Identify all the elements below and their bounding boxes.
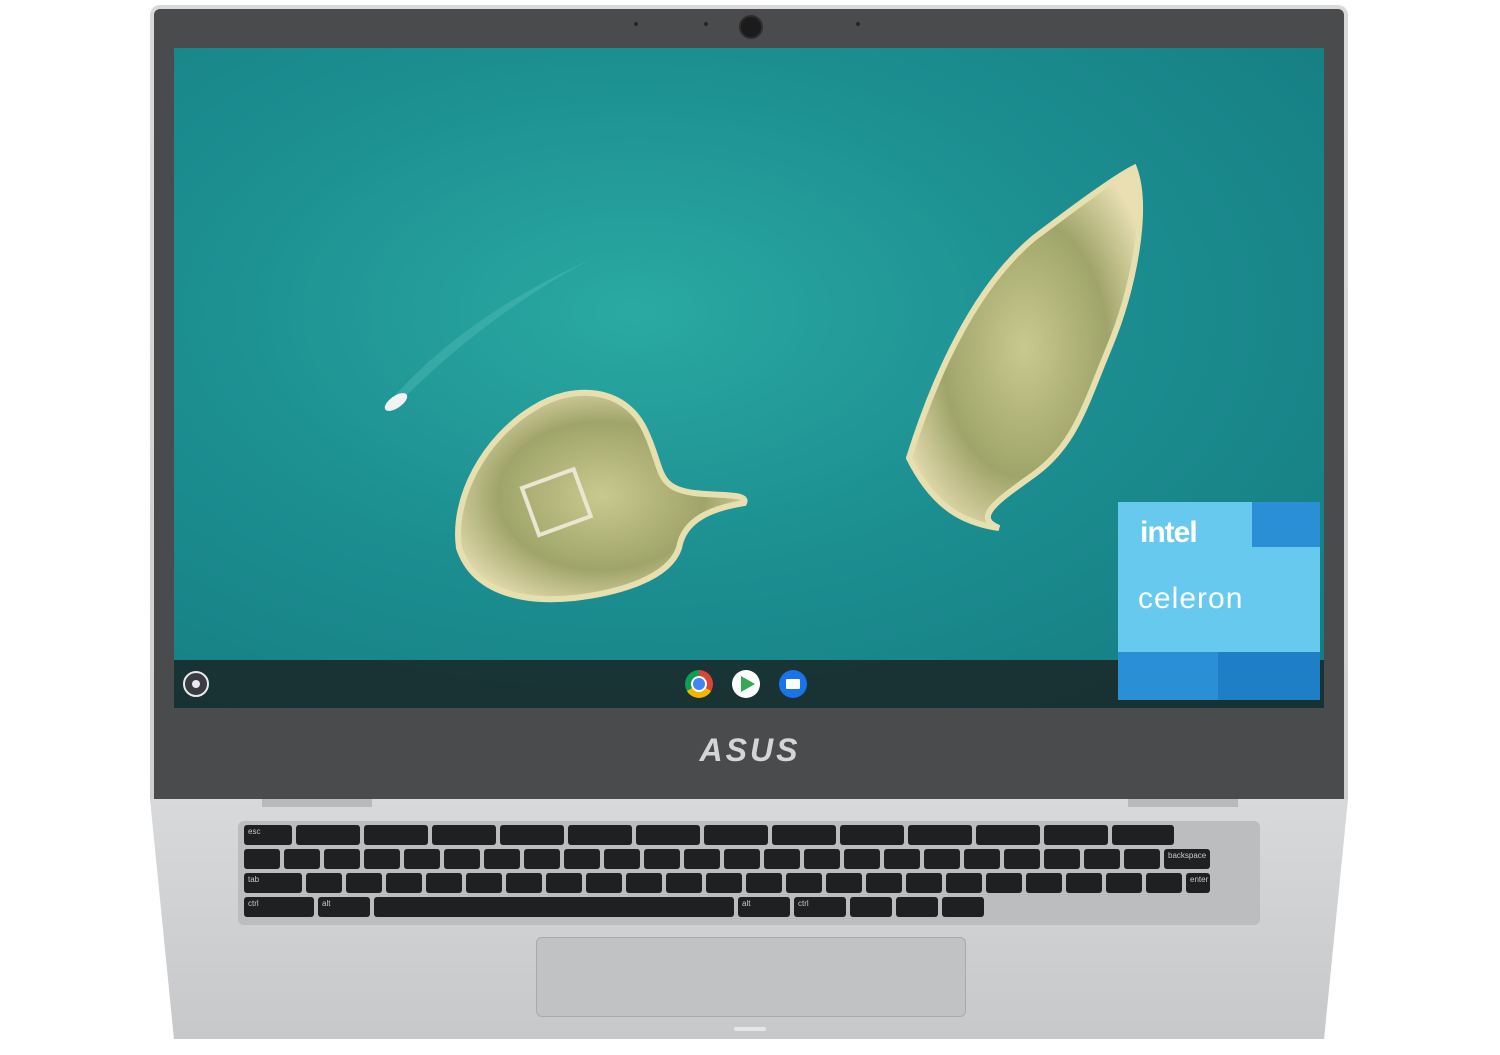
- key[interactable]: [1146, 873, 1182, 893]
- key[interactable]: [484, 849, 520, 869]
- boat-wake: [384, 258, 594, 408]
- files-icon[interactable]: [779, 670, 807, 698]
- intel-logo-text: intel: [1140, 516, 1198, 549]
- key[interactable]: [1084, 849, 1120, 869]
- key-esc[interactable]: esc: [244, 825, 292, 845]
- key[interactable]: [946, 873, 982, 893]
- badge-panel: [1218, 652, 1320, 700]
- key[interactable]: [924, 849, 960, 869]
- key[interactable]: [306, 873, 342, 893]
- key[interactable]: [604, 849, 640, 869]
- key[interactable]: [586, 873, 622, 893]
- key[interactable]: [908, 825, 972, 845]
- keyboard: esc backspace tab enter ctrl alt alt ctr…: [238, 821, 1260, 925]
- key[interactable]: [804, 849, 840, 869]
- key[interactable]: [296, 825, 360, 845]
- key[interactable]: [432, 825, 496, 845]
- key[interactable]: [546, 873, 582, 893]
- key[interactable]: [764, 849, 800, 869]
- key[interactable]: [444, 849, 480, 869]
- key[interactable]: [426, 873, 462, 893]
- key[interactable]: [644, 849, 680, 869]
- key[interactable]: [244, 849, 280, 869]
- key[interactable]: [976, 825, 1040, 845]
- key[interactable]: [746, 873, 782, 893]
- key[interactable]: [964, 849, 1000, 869]
- key[interactable]: [826, 873, 862, 893]
- key[interactable]: [324, 849, 360, 869]
- key[interactable]: [772, 825, 836, 845]
- hinge-right: [1128, 799, 1238, 807]
- power-key[interactable]: [1112, 825, 1174, 845]
- key[interactable]: [840, 825, 904, 845]
- key[interactable]: [786, 873, 822, 893]
- key[interactable]: [386, 873, 422, 893]
- asus-logo: ASUS: [699, 732, 801, 768]
- hinge-left: [262, 799, 372, 807]
- key[interactable]: [1044, 825, 1108, 845]
- key-space[interactable]: [374, 897, 734, 917]
- chrome-icon[interactable]: [685, 670, 713, 698]
- key[interactable]: [466, 873, 502, 893]
- sensor-dot: [704, 22, 708, 26]
- key-alt[interactable]: alt: [318, 897, 370, 917]
- key[interactable]: [568, 825, 632, 845]
- key-enter[interactable]: enter: [1186, 873, 1210, 893]
- key[interactable]: [1044, 849, 1080, 869]
- play-store-icon[interactable]: [732, 670, 760, 698]
- key[interactable]: [1066, 873, 1102, 893]
- key[interactable]: [1026, 873, 1062, 893]
- key[interactable]: [364, 849, 400, 869]
- bottom-row: ctrl alt alt ctrl: [244, 897, 984, 917]
- key[interactable]: [626, 873, 662, 893]
- key[interactable]: [986, 873, 1022, 893]
- mic-dot: [856, 22, 860, 26]
- island-left: [455, 389, 748, 603]
- badge-panel: [1252, 502, 1320, 547]
- key[interactable]: [636, 825, 700, 845]
- key-ctrl[interactable]: ctrl: [244, 897, 314, 917]
- function-row: esc: [244, 825, 1174, 845]
- key-alt[interactable]: alt: [738, 897, 790, 917]
- key[interactable]: [866, 873, 902, 893]
- celeron-text: celeron: [1138, 582, 1244, 615]
- key[interactable]: [404, 849, 440, 869]
- key[interactable]: [1124, 849, 1160, 869]
- key[interactable]: [906, 873, 942, 893]
- key[interactable]: [284, 849, 320, 869]
- key[interactable]: [564, 849, 600, 869]
- key-backspace[interactable]: backspace: [1164, 849, 1210, 869]
- key[interactable]: [524, 849, 560, 869]
- key-ctrl[interactable]: ctrl: [794, 897, 846, 917]
- key[interactable]: [884, 849, 920, 869]
- badge-panel: [1252, 547, 1320, 652]
- key[interactable]: [346, 873, 382, 893]
- key[interactable]: [666, 873, 702, 893]
- touchpad[interactable]: [536, 937, 966, 1017]
- number-row: backspace: [244, 849, 1210, 869]
- intel-celeron-badge: intel celeron: [1118, 502, 1320, 700]
- key[interactable]: [500, 825, 564, 845]
- key[interactable]: [1004, 849, 1040, 869]
- key[interactable]: [724, 849, 760, 869]
- arrow-up-down-key[interactable]: [896, 897, 938, 917]
- launcher-icon[interactable]: [183, 671, 209, 697]
- key[interactable]: [684, 849, 720, 869]
- key[interactable]: [706, 873, 742, 893]
- mic-dot: [634, 22, 638, 26]
- middle-row: tab enter: [244, 873, 1210, 893]
- key[interactable]: [844, 849, 880, 869]
- badge-panel: [1118, 652, 1218, 700]
- arrow-left-key[interactable]: [850, 897, 892, 917]
- arrow-right-key[interactable]: [942, 897, 984, 917]
- key-tab[interactable]: tab: [244, 873, 302, 893]
- webcam: [739, 15, 763, 39]
- front-notch: [734, 1027, 766, 1031]
- key[interactable]: [364, 825, 428, 845]
- island-right: [905, 163, 1143, 531]
- key[interactable]: [1106, 873, 1142, 893]
- key[interactable]: [704, 825, 768, 845]
- key[interactable]: [506, 873, 542, 893]
